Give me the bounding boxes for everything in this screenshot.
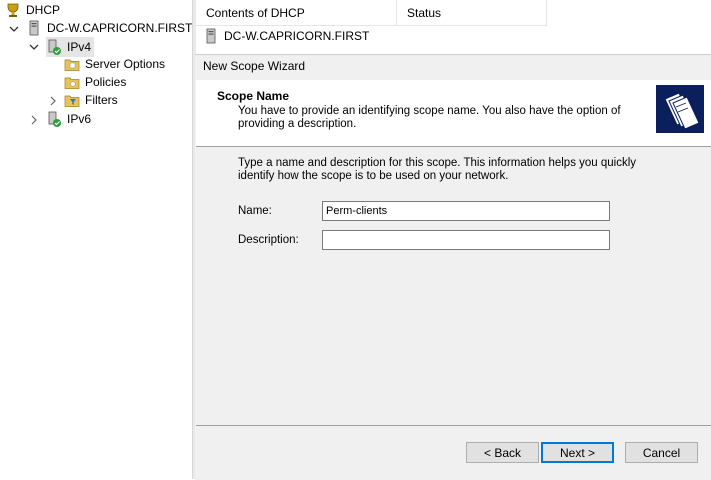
column-header-contents[interactable]: Contents of DHCP [196,0,397,26]
tree-node-policies[interactable]: Policies [64,73,126,91]
tree-node-filters[interactable]: Filters [64,91,118,109]
dhcp-icon [5,2,21,18]
tree-node-dhcp[interactable]: DHCP [5,1,60,19]
tree-label-ipv6: IPv6 [67,112,92,126]
ipv6-scope-icon [46,111,62,127]
list-item-server-label: DC-W.CAPRICORN.FIRST [224,29,370,43]
tree-node-server-options[interactable]: Server Options [64,55,165,73]
ipv4-scope-icon [46,39,62,55]
tree-node-ipv6[interactable]: IPv6 [46,110,91,128]
tree-label-filters: Filters [85,93,118,107]
wizard-page-title: Scope Name [217,89,290,103]
folder-options-icon [64,56,80,72]
chevron-right-icon[interactable] [29,115,39,125]
wizard-folders-icon [656,85,704,133]
name-label: Name: [238,205,272,217]
wizard-page-description: You have to provide an identifying scope… [238,105,621,130]
chevron-right-icon[interactable] [48,96,58,106]
server-icon [203,28,219,44]
tree-node-server[interactable]: DC-W.CAPRICORN.FIRST [26,19,192,37]
tree-label-policies: Policies [85,75,127,89]
wizard-body: Type a name and description for this sco… [196,147,711,426]
tree-label-server: DC-W.CAPRICORN.FIRST [47,21,193,35]
wizard-instructions: Type a name and description for this sco… [238,157,637,182]
list-item-server[interactable]: DC-W.CAPRICORN.FIRST [203,27,369,45]
tree-label-dhcp: DHCP [26,3,61,17]
cancel-button[interactable]: Cancel [625,442,698,463]
server-icon [26,20,42,36]
column-header-status-label: Status [407,5,442,20]
console-tree: DHCP DC-W.CAPRICORN.FIRST IPv4 Server Op… [0,0,192,479]
next-button[interactable]: Next > [541,442,614,463]
description-label: Description: [238,234,299,246]
scope-name-input[interactable] [322,201,610,221]
column-header-status[interactable]: Status [397,0,547,26]
chevron-down-icon[interactable] [9,24,19,34]
tree-node-ipv4[interactable]: IPv4 [46,37,95,57]
scope-description-input[interactable] [322,230,610,250]
tree-label-server-options: Server Options [85,57,166,71]
wizard-title: New Scope Wizard [203,59,306,73]
filter-folder-icon [64,92,80,108]
new-scope-wizard: New Scope Wizard Scope Name You have to … [195,54,711,480]
chevron-down-icon[interactable] [29,42,39,52]
folder-policies-icon [64,74,80,90]
column-header-contents-label: Contents of DHCP [206,5,305,20]
wizard-header: Scope Name You have to provide an identi… [196,80,711,147]
tree-label-ipv4: IPv4 [67,40,92,54]
back-button[interactable]: < Back [466,442,539,463]
